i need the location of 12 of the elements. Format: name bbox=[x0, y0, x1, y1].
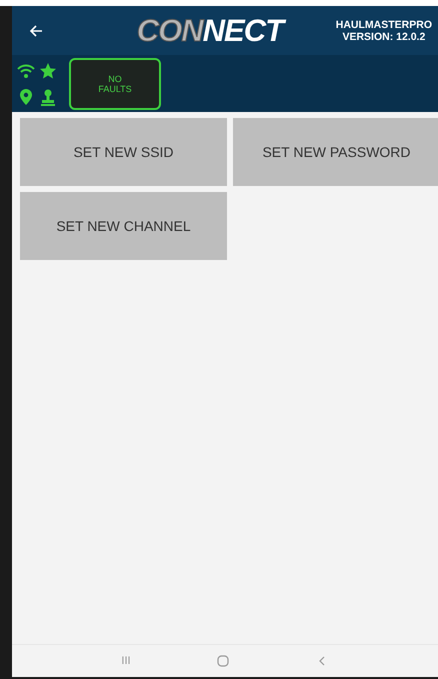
location-pin-icon bbox=[17, 88, 35, 106]
version-label: VERSION: 12.0.2 bbox=[341, 30, 426, 42]
settings-button[interactable]: SET NEW SSID bbox=[20, 118, 227, 186]
settings-button[interactable]: SET NEW CHANNEL bbox=[20, 192, 227, 260]
back-arrow-icon[interactable] bbox=[28, 22, 44, 38]
home-button-icon[interactable] bbox=[216, 654, 230, 668]
app-name: HAULMASTERPRO bbox=[336, 18, 432, 30]
fault-status-indicator: NO FAULTS bbox=[69, 58, 161, 110]
wifi-icon bbox=[17, 62, 35, 80]
settings-button[interactable]: SET NEW PASSWORD bbox=[233, 118, 438, 186]
logo-text: CONNECT bbox=[136, 12, 284, 48]
star-icon bbox=[39, 62, 57, 80]
